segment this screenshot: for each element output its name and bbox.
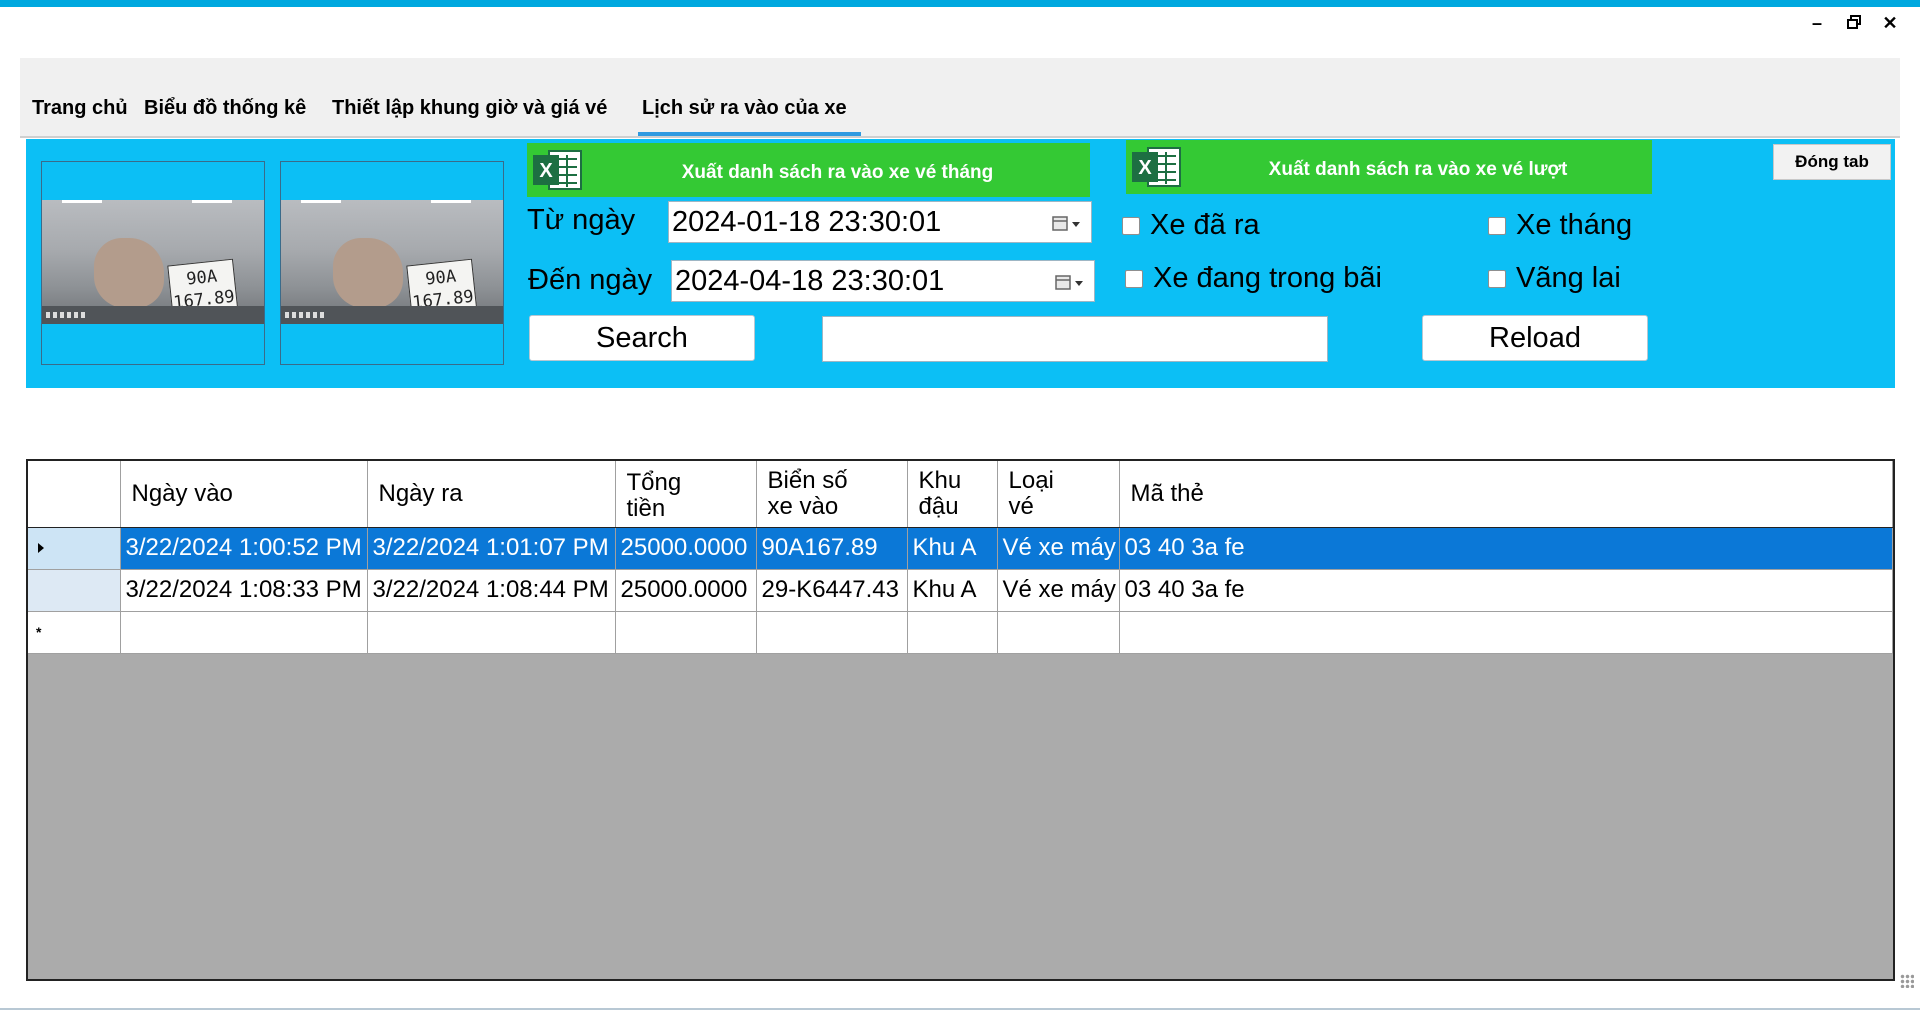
tab-strip: Trang chủ Biểu đồ thống kê Thiết lập khu… bbox=[20, 58, 1900, 136]
hand-shape bbox=[94, 238, 164, 308]
current-row-arrow-icon bbox=[38, 543, 44, 553]
header-row: Ngày vào Ngày ra Tổng tiền Biển số xe vào … bbox=[28, 461, 1893, 528]
row-header-corner bbox=[28, 461, 121, 528]
table-row[interactable]: 3/22/2024 1:08:33 PM 3/22/2024 1:08:44 P… bbox=[28, 569, 1893, 612]
new-row[interactable]: * bbox=[28, 611, 1893, 654]
tab-time-price-settings[interactable]: Thiết lập khung giờ và giá vé bbox=[332, 88, 607, 136]
checkbox-box[interactable] bbox=[1488, 269, 1506, 288]
cell-total[interactable]: 25000.0000 bbox=[615, 569, 757, 612]
history-table: Ngày vào Ngày ra Tổng tiền Biển số xe vào … bbox=[28, 461, 1893, 654]
close-tab-button[interactable]: Đóng tab bbox=[1773, 144, 1891, 180]
restore-button[interactable] bbox=[1842, 12, 1866, 34]
tab-statistics-chart[interactable]: Biểu đồ thống kê bbox=[144, 88, 306, 136]
cell-ticket-type[interactable]: Vé xe máy bbox=[997, 527, 1120, 570]
cell-zone[interactable]: Khu A bbox=[907, 527, 998, 570]
filter-walk-in-checkbox[interactable]: Vãng lai bbox=[1488, 262, 1621, 295]
checkbox-box[interactable] bbox=[1125, 269, 1143, 288]
export-monthly-label: Xuất danh sách ra vào xe vé tháng bbox=[681, 162, 994, 183]
camera-exit-snapshot: 90A 167.89 bbox=[280, 161, 504, 365]
minimize-button[interactable]: – bbox=[1805, 12, 1829, 34]
svg-text:X: X bbox=[1138, 157, 1152, 179]
cell-total[interactable]: 25000.0000 bbox=[615, 527, 757, 570]
to-date-value: 2024-04-18 23:30:01 bbox=[675, 265, 945, 297]
new-row-marker[interactable]: * bbox=[28, 611, 121, 654]
row-header[interactable] bbox=[28, 527, 121, 570]
restore-icon bbox=[1847, 15, 1861, 29]
calendar-dropdown-icon[interactable] bbox=[1051, 215, 1083, 233]
export-monthly-button[interactable]: X Xuất danh sách ra vào xe vé tháng bbox=[527, 143, 1090, 197]
cell-plate[interactable]: 90A167.89 bbox=[756, 527, 908, 570]
tab-vehicle-history[interactable]: Lịch sử ra vào của xe bbox=[638, 88, 861, 136]
window-bottom-border bbox=[0, 1008, 1920, 1010]
close-window-button[interactable]: ✕ bbox=[1878, 12, 1902, 34]
from-date-picker[interactable]: 2024-01-18 23:30:01 bbox=[668, 201, 1092, 243]
from-date-label: Từ ngày bbox=[527, 204, 636, 236]
excel-icon: X bbox=[1132, 147, 1181, 187]
svg-text:X: X bbox=[539, 160, 553, 182]
cell-zone[interactable]: Khu A bbox=[907, 569, 998, 612]
column-header-ticket-type[interactable]: Loại vé bbox=[997, 461, 1120, 528]
to-date-picker[interactable]: 2024-04-18 23:30:01 bbox=[671, 260, 1095, 302]
row-header[interactable] bbox=[28, 569, 121, 612]
column-header-plate[interactable]: Biển số xe vào bbox=[756, 461, 908, 528]
window-title-strip bbox=[0, 0, 1920, 7]
cell-ticket-type[interactable]: Vé xe máy bbox=[997, 569, 1120, 612]
camera-entry-snapshot: 90A 167.89 bbox=[41, 161, 265, 365]
from-date-value: 2024-01-18 23:30:01 bbox=[672, 206, 942, 238]
search-button[interactable]: Search bbox=[529, 315, 755, 361]
column-header-entry-date[interactable]: Ngày vào bbox=[120, 461, 368, 528]
filter-monthly-checkbox[interactable]: Xe tháng bbox=[1488, 209, 1632, 242]
table-row[interactable]: 3/22/2024 1:00:52 PM 3/22/2024 1:01:07 P… bbox=[28, 527, 1893, 570]
export-ticket-label: Xuất danh sách ra vào xe vé lượt bbox=[1268, 159, 1568, 180]
reload-button[interactable]: Reload bbox=[1422, 315, 1648, 361]
cell-card-id[interactable]: 03 40 3a fe bbox=[1119, 527, 1893, 570]
tab-home[interactable]: Trang chủ bbox=[32, 88, 128, 136]
cell-exit-date[interactable]: 3/22/2024 1:01:07 PM bbox=[367, 527, 616, 570]
cell-entry-date[interactable]: 3/22/2024 1:08:33 PM bbox=[120, 569, 368, 612]
search-input[interactable] bbox=[822, 316, 1328, 362]
cell-plate[interactable]: 29-K6447.43 bbox=[756, 569, 908, 612]
column-header-card-id[interactable]: Mã thẻ bbox=[1119, 461, 1893, 528]
camera-photo: 90A 167.89 bbox=[281, 200, 503, 324]
tab-baseline bbox=[20, 136, 1900, 138]
hand-shape bbox=[333, 238, 403, 308]
excel-icon: X bbox=[533, 150, 582, 190]
cell-exit-date[interactable]: 3/22/2024 1:08:44 PM bbox=[367, 569, 616, 612]
checkbox-box[interactable] bbox=[1122, 216, 1140, 235]
checkbox-box[interactable] bbox=[1488, 216, 1506, 235]
camera-photo: 90A 167.89 bbox=[42, 200, 264, 324]
filter-in-lot-checkbox[interactable]: Xe đang trong bãi bbox=[1125, 262, 1382, 295]
resize-grip[interactable] bbox=[1900, 974, 1914, 988]
cell-entry-date[interactable]: 3/22/2024 1:00:52 PM bbox=[120, 527, 368, 570]
to-date-label: Đến ngày bbox=[528, 264, 653, 296]
column-header-zone[interactable]: Khu đậu bbox=[907, 461, 998, 528]
filter-exited-checkbox[interactable]: Xe đã ra bbox=[1122, 209, 1260, 242]
column-header-exit-date[interactable]: Ngày ra bbox=[367, 461, 616, 528]
export-ticket-button[interactable]: X Xuất danh sách ra vào xe vé lượt bbox=[1126, 140, 1652, 194]
cell-card-id[interactable]: 03 40 3a fe bbox=[1119, 569, 1893, 612]
history-grid[interactable]: Ngày vào Ngày ra Tổng tiền Biển số xe vào … bbox=[26, 459, 1895, 981]
column-header-total[interactable]: Tổng tiền bbox=[615, 461, 757, 528]
calendar-dropdown-icon[interactable] bbox=[1054, 274, 1086, 292]
